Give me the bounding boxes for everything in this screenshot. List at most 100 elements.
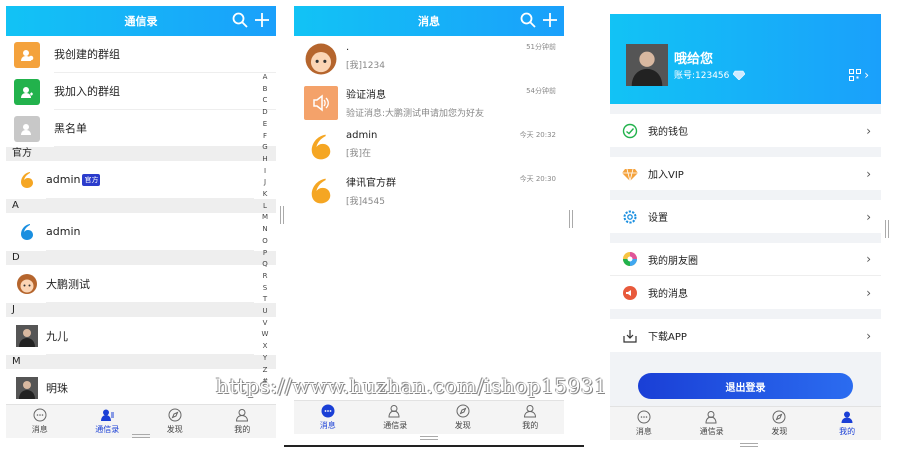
menu-vip[interactable]: 加入VIP ›: [610, 157, 881, 190]
message-preview: [我]在: [346, 149, 372, 159]
section-header: 官方: [6, 147, 276, 161]
bottom-tabbar: 消息 通信录 发现 我的: [294, 400, 564, 434]
resize-handle[interactable]: [132, 434, 150, 438]
tab-label: 发现: [771, 427, 788, 436]
alphabet-letter[interactable]: J: [264, 177, 266, 189]
tab-messages[interactable]: 消息: [6, 405, 74, 438]
message-sender: 验证消息: [346, 90, 386, 101]
alphabet-letter[interactable]: E: [263, 119, 267, 131]
add-icon[interactable]: [254, 12, 270, 28]
menu-download[interactable]: 下载APP ›: [610, 319, 881, 352]
tab-messages[interactable]: 消息: [294, 401, 362, 434]
contacts-icon: [101, 409, 115, 421]
message-row[interactable]: 验证消息 54分钟前 验证消息:大鹏测试申请加您为好友: [294, 80, 564, 124]
contact-row[interactable]: admin: [6, 213, 276, 251]
tab-discover[interactable]: 发现: [429, 401, 497, 434]
alphabet-letter[interactable]: P: [263, 248, 267, 260]
contact-row[interactable]: admin 官方: [6, 161, 276, 199]
resize-handle[interactable]: [740, 443, 758, 447]
tab-label: 我的: [234, 425, 251, 434]
alphabet-letter[interactable]: R: [263, 271, 268, 283]
tab-contacts[interactable]: 通信录: [362, 401, 430, 434]
contact-row[interactable]: 大鹏测试: [6, 265, 276, 303]
menu-messages[interactable]: 我的消息 ›: [610, 276, 881, 309]
message-row[interactable]: . 51分钟前 [我]1234: [294, 36, 564, 80]
alphabet-letter[interactable]: K: [263, 189, 268, 201]
tab-me[interactable]: 我的: [813, 407, 881, 440]
tab-me[interactable]: 我的: [497, 401, 565, 434]
tab-label: 我的: [839, 427, 856, 436]
menu-wallet[interactable]: 我的钱包 ›: [610, 114, 881, 147]
alphabet-letter[interactable]: V: [263, 318, 268, 330]
alphabet-letter[interactable]: Q: [262, 259, 268, 271]
resize-handle[interactable]: [885, 220, 889, 238]
message-time: 今天 20:32: [519, 131, 556, 139]
spacer: [610, 147, 881, 157]
alphabet-letter[interactable]: M: [262, 212, 268, 224]
blacklist-icon: [14, 115, 40, 142]
resize-handle[interactable]: [569, 210, 573, 228]
group-row-joined[interactable]: 我加入的群组: [6, 73, 276, 110]
contact-name: 大鹏测试: [46, 277, 90, 291]
alphabet-letter[interactable]: T: [263, 294, 267, 306]
contact-row[interactable]: 九儿: [6, 317, 276, 355]
alphabet-letter[interactable]: D: [262, 107, 267, 119]
group-create-icon: [14, 41, 40, 68]
search-icon[interactable]: [232, 12, 248, 28]
tab-messages[interactable]: 消息: [610, 407, 678, 440]
alphabet-letter[interactable]: X: [263, 341, 268, 353]
alphabet-letter[interactable]: Y: [263, 353, 267, 365]
photo-man-avatar: [626, 44, 668, 86]
menu-settings[interactable]: 设置 ›: [610, 200, 881, 233]
menu-moments[interactable]: 我的朋友圈 ›: [610, 243, 881, 276]
message-preview: [我]4545: [346, 197, 385, 207]
tab-discover[interactable]: 发现: [141, 405, 209, 438]
tab-discover[interactable]: 发现: [746, 407, 814, 440]
profile-account: 账号:123456: [674, 68, 746, 81]
tab-label: 发现: [166, 425, 183, 434]
profile-header[interactable]: 哦给您 账号:123456 ›: [610, 14, 881, 104]
message-row[interactable]: admin 今天 20:32 [我]在: [294, 124, 564, 168]
alphabet-letter[interactable]: F: [263, 131, 267, 143]
logo-orange-icon: [21, 172, 33, 188]
alphabet-letter[interactable]: A: [263, 72, 268, 84]
qrcode-icon: [849, 69, 862, 81]
group-row-created[interactable]: 我创建的群组: [6, 36, 276, 73]
tab-contacts[interactable]: 通信录: [678, 407, 746, 440]
bottom-tabbar: 消息 通信录 发现 我的: [6, 404, 276, 438]
message-sender: 律讯官方群: [346, 178, 396, 189]
alphabet-letter[interactable]: B: [263, 84, 268, 96]
chevron-right-icon: ›: [864, 68, 869, 82]
logout-button[interactable]: 退出登录: [638, 373, 853, 399]
contact-name: admin: [46, 225, 81, 238]
messages-header: 消息: [294, 6, 564, 36]
group-row-label: 我创建的群组: [54, 36, 276, 73]
qrcode-button[interactable]: ›: [849, 68, 869, 82]
resize-handle[interactable]: [420, 436, 438, 440]
alphabet-letter[interactable]: W: [262, 329, 269, 341]
alphabet-letter[interactable]: I: [264, 166, 266, 178]
alphabet-index[interactable]: A B C D E F G H I J K L M N O P Q R S T U V W X Y Z #: [260, 72, 270, 388]
alphabet-letter[interactable]: N: [262, 224, 267, 236]
search-icon[interactable]: [520, 12, 536, 28]
alphabet-letter[interactable]: H: [262, 154, 267, 166]
message-time: 今天 20:30: [519, 175, 556, 183]
alphabet-letter[interactable]: G: [262, 142, 267, 154]
message-row[interactable]: 律讯官方群 今天 20:30 [我]4545: [294, 168, 564, 212]
contact-name: 九儿: [46, 329, 68, 343]
tab-contacts[interactable]: 通信录: [74, 405, 142, 438]
alphabet-letter[interactable]: S: [263, 283, 267, 295]
group-row-blacklist[interactable]: 黑名单: [6, 110, 276, 147]
alphabet-letter[interactable]: U: [262, 306, 267, 318]
moments-icon: [623, 252, 637, 266]
resize-handle[interactable]: [280, 206, 284, 224]
compass-icon: [456, 404, 470, 418]
alphabet-letter[interactable]: O: [262, 236, 268, 248]
compass-icon: [772, 410, 786, 424]
logo-orange-icon: [311, 178, 331, 204]
add-icon[interactable]: [542, 12, 558, 28]
alphabet-letter[interactable]: L: [263, 201, 267, 213]
person-icon: [841, 411, 853, 423]
alphabet-letter[interactable]: C: [263, 95, 268, 107]
tab-me[interactable]: 我的: [209, 405, 277, 438]
